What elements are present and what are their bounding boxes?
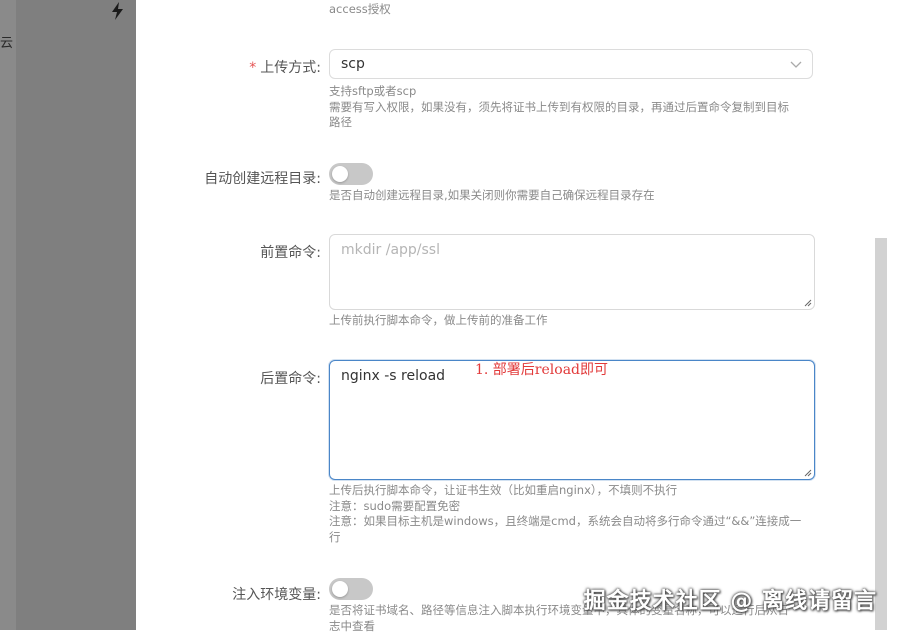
pre-command-label: 前置命令: [260,245,321,261]
inject-env-toggle[interactable] [329,578,373,600]
pre-command-placeholder: mkdir /app/ssl [341,242,440,258]
post-command-label: 后置命令: [260,371,321,387]
scrollbar[interactable] [875,238,887,630]
required-mark: * [249,60,257,76]
chevron-down-icon [790,61,802,68]
toggle-knob [332,166,348,182]
pre-command-hint: 上传前执行脚本命令，做上传前的准备工作 [329,313,548,327]
access-hint: access授权 [329,2,391,16]
lightning-icon[interactable] [110,2,126,20]
post-command-hint: 上传后执行脚本命令，让证书生效（比如重启nginx），不填则不执行 注意：sud… [329,483,802,544]
resize-handle-icon[interactable] [804,469,812,477]
backdrop-left [0,0,16,630]
inject-env-label: 注入环境变量: [232,587,321,603]
post-command-value: nginx -s reload [341,368,446,384]
auto-create-dir-toggle[interactable] [329,163,373,185]
sidebar-panel [16,0,136,630]
toggle-knob [332,581,348,597]
pre-command-textarea[interactable]: mkdir /app/ssl [329,234,815,310]
sidebar-partial-text: 云 [0,36,14,51]
upload-method-label: * 上传方式: [249,60,321,76]
annotation-note: 1. 部署后reload即可 [475,362,608,378]
auto-create-dir-label: 自动创建远程目录: [204,171,321,187]
upload-method-select[interactable]: scp [329,49,813,79]
upload-method-value: scp [341,56,365,72]
watermark: 掘金技术社区 @ 离线请留言 [583,589,877,614]
upload-method-hint: 支持sftp或者scp 需要有写入权限，如果没有，须先将证书上传到有权限的目录，… [329,84,789,129]
resize-handle-icon[interactable] [804,299,812,307]
auto-create-dir-hint: 是否自动创建远程目录,如果关闭则你需要自己确保远程目录存在 [329,188,655,202]
